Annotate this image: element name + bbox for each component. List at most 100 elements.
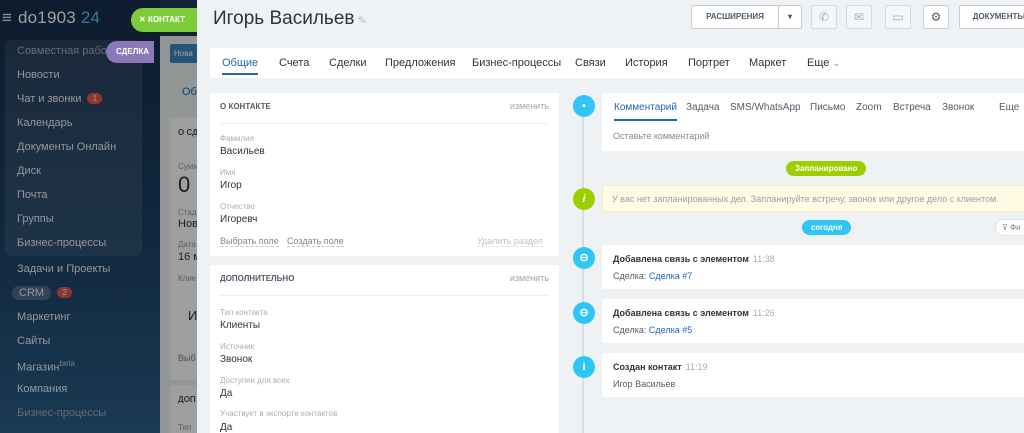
timeline-tab-zoom[interactable]: Zoom xyxy=(856,102,882,113)
create-field-link[interactable]: Создать поле xyxy=(287,236,344,247)
field-label-source: Источник xyxy=(220,342,255,351)
comment-input[interactable]: Оставьте комментарий xyxy=(613,131,709,141)
portal-sidebar: ≡ do1903 24 Совместная работа Новости Ча… xyxy=(0,0,160,433)
field-label-middlename: Отчество xyxy=(220,202,255,211)
tab-quotes[interactable]: Предложения xyxy=(385,57,456,69)
event-body: Сделка: Сделка #5 xyxy=(613,325,693,335)
sidebar-item-news[interactable]: Новости xyxy=(17,69,60,81)
field-value-contact-type[interactable]: Клиенты xyxy=(220,320,260,331)
event-body: Игор Васильев xyxy=(613,379,676,389)
sidebar-item-crm[interactable]: CRM 2 xyxy=(12,286,73,300)
timeline-event: Создан контакт 11:19 Игор Васильев xyxy=(602,353,1024,397)
comment-icon: ▪ xyxy=(573,95,595,117)
sidebar-item-disk[interactable]: Диск xyxy=(17,165,41,177)
field-label-export: Участвует в экспорте контактов xyxy=(220,409,338,418)
field-label-lastname: Фамилия xyxy=(220,134,254,143)
sidebar-item-documents[interactable]: Документы Онлайн xyxy=(17,141,116,153)
event-title: Добавлена связь с элементом 11:26 xyxy=(613,308,775,318)
sidebar-item-shop[interactable]: Магазинbeta xyxy=(17,359,75,374)
field-value-available[interactable]: Да xyxy=(220,388,232,399)
sidebar-item-calendar[interactable]: Календарь xyxy=(17,117,73,129)
tab-bizproc[interactable]: Бизнес-процессы xyxy=(472,57,561,69)
planned-empty-notice: У вас нет запланированных дел. Запланиру… xyxy=(602,185,1024,212)
tab-deals[interactable]: Сделки xyxy=(329,57,367,69)
tab-more[interactable]: Еще ⌄ xyxy=(807,57,840,69)
tab-portrait[interactable]: Портрет xyxy=(688,57,730,69)
tab-general[interactable]: Общие xyxy=(222,57,259,75)
extensions-button[interactable]: РАСШИРЕНИЯ xyxy=(691,5,779,29)
sidebar-item-bizproc[interactable]: Бизнес-процессы xyxy=(17,237,106,249)
divider xyxy=(220,295,549,296)
field-label-available: Доступен для всех xyxy=(220,376,290,385)
divider xyxy=(220,123,549,124)
chevron-down-icon: ⌄ xyxy=(832,58,840,68)
sidebar-item-marketing[interactable]: Маркетинг xyxy=(17,311,70,323)
info-icon: i xyxy=(573,356,595,378)
field-value-export[interactable]: Да xyxy=(220,422,232,433)
contact-header: Игорь Васильев ✎ РАСШИРЕНИЯ ▾ ✆ ✉ ▭ ⚙ ДОК… xyxy=(197,0,1024,38)
additional-card: ДОПОЛНИТЕЛЬНО изменить Тип контакта Клие… xyxy=(210,265,559,433)
contact-tabs: Общие Счета Сделки Предложения Бизнес-пр… xyxy=(210,48,1024,78)
contact-title: Игорь Васильев ✎ xyxy=(213,8,367,29)
sidebar-item-groups[interactable]: Группы xyxy=(17,213,54,225)
tab-links[interactable]: Связи xyxy=(575,57,606,69)
chat-icon[interactable]: ▭ xyxy=(885,5,911,29)
sidebar-item-chat[interactable]: Чат и звонки 1 xyxy=(17,93,103,105)
deal-additional-card: ДОП Тип xyxy=(170,385,200,433)
burger-icon[interactable]: ≡ xyxy=(2,8,18,28)
deal-new-button[interactable]: Нова xyxy=(170,44,200,63)
tab-history[interactable]: История xyxy=(625,57,668,69)
timeline-tab-comment[interactable]: Комментарий xyxy=(614,102,677,121)
timeline-tab-email[interactable]: Письмо xyxy=(810,102,845,113)
sidebar-item-mail[interactable]: Почта xyxy=(17,189,48,201)
timeline-tab-call[interactable]: Звонок xyxy=(942,102,974,113)
sidebar-item-sites[interactable]: Сайты xyxy=(17,335,50,347)
delete-section-link[interactable]: Удалить раздел xyxy=(477,236,543,247)
deal-page-background: Нова Общ О СД Сумм 0 Стад Нов Дата 16 м … xyxy=(160,0,206,433)
timeline-tab-meeting[interactable]: Встреча xyxy=(893,102,931,113)
crm-counter-badge: 2 xyxy=(57,287,73,298)
chevron-down-icon: ▾ xyxy=(787,12,792,21)
timeline-tab-more[interactable]: Еще xyxy=(999,102,1019,113)
additional-edit-link[interactable]: изменить xyxy=(510,273,549,283)
event-body: Сделка: Сделка #7 xyxy=(613,271,693,281)
link-icon: ⊖ xyxy=(573,302,595,324)
field-value-lastname[interactable]: Васильев xyxy=(220,146,265,157)
about-contact-card: О КОНТАКТЕ изменить Фамилия Васильев Имя… xyxy=(210,93,559,256)
sidebar-item-bizproc-2[interactable]: Бизнес-процессы xyxy=(17,407,106,419)
phone-icon[interactable]: ✆ xyxy=(811,5,837,29)
deal-info-card: О СД Сумм 0 Стад Нов Дата 16 м Клие И Вы… xyxy=(170,118,201,380)
timeline-event: Добавлена связь с элементом 11:38 Сделка:… xyxy=(602,245,1024,289)
info-icon: i xyxy=(573,188,595,210)
field-label-contact-type: Тип контакта xyxy=(220,308,268,317)
about-edit-link[interactable]: изменить xyxy=(510,101,549,111)
gear-icon[interactable]: ⚙ xyxy=(923,5,949,29)
timeline-filter[interactable]: ⊽ Фи xyxy=(995,219,1024,236)
timeline-event: Добавлена связь с элементом 11:26 Сделка:… xyxy=(602,299,1024,343)
contact-slider: Игорь Васильев ✎ РАСШИРЕНИЯ ▾ ✆ ✉ ▭ ⚙ ДОК… xyxy=(197,0,1024,433)
pencil-icon[interactable]: ✎ xyxy=(357,15,366,27)
sidebar-item-tasks[interactable]: Задачи и Проекты xyxy=(17,263,110,275)
select-field-link[interactable]: Выбрать поле xyxy=(220,236,279,247)
close-contact-slider-button[interactable]: ✕ КОНТАКТ xyxy=(131,8,197,32)
deal-link[interactable]: Сделка #7 xyxy=(649,271,692,281)
extensions-dropdown-button[interactable]: ▾ xyxy=(778,5,802,29)
about-card-title: О КОНТАКТЕ xyxy=(220,102,271,111)
timeline-tab-sms[interactable]: SMS/WhatsApp xyxy=(730,102,801,113)
documents-button[interactable]: ДОКУМЕНТЫ xyxy=(959,5,1024,29)
sidebar-item-collab[interactable]: Совместная работа xyxy=(17,45,118,57)
sidebar-item-company[interactable]: Компания xyxy=(17,383,67,395)
tab-market[interactable]: Маркет xyxy=(749,57,786,69)
event-title: Создан контакт 11:19 xyxy=(613,362,708,372)
deal-link[interactable]: Сделка #5 xyxy=(649,325,692,335)
tab-invoices[interactable]: Счета xyxy=(279,57,309,69)
field-value-firstname[interactable]: Игор xyxy=(220,180,242,191)
field-value-source[interactable]: Звонок xyxy=(220,354,252,365)
mail-icon[interactable]: ✉ xyxy=(846,5,872,29)
timeline-tab-task[interactable]: Задача xyxy=(686,102,720,113)
field-value-middlename[interactable]: Игоревч xyxy=(220,214,257,225)
event-title: Добавлена связь с элементом 11:38 xyxy=(613,254,775,264)
close-icon: ✕ xyxy=(139,15,148,24)
portal-logo[interactable]: do1903 24 xyxy=(18,8,100,28)
deal-slider-label[interactable]: СДЕЛКА xyxy=(106,41,154,63)
